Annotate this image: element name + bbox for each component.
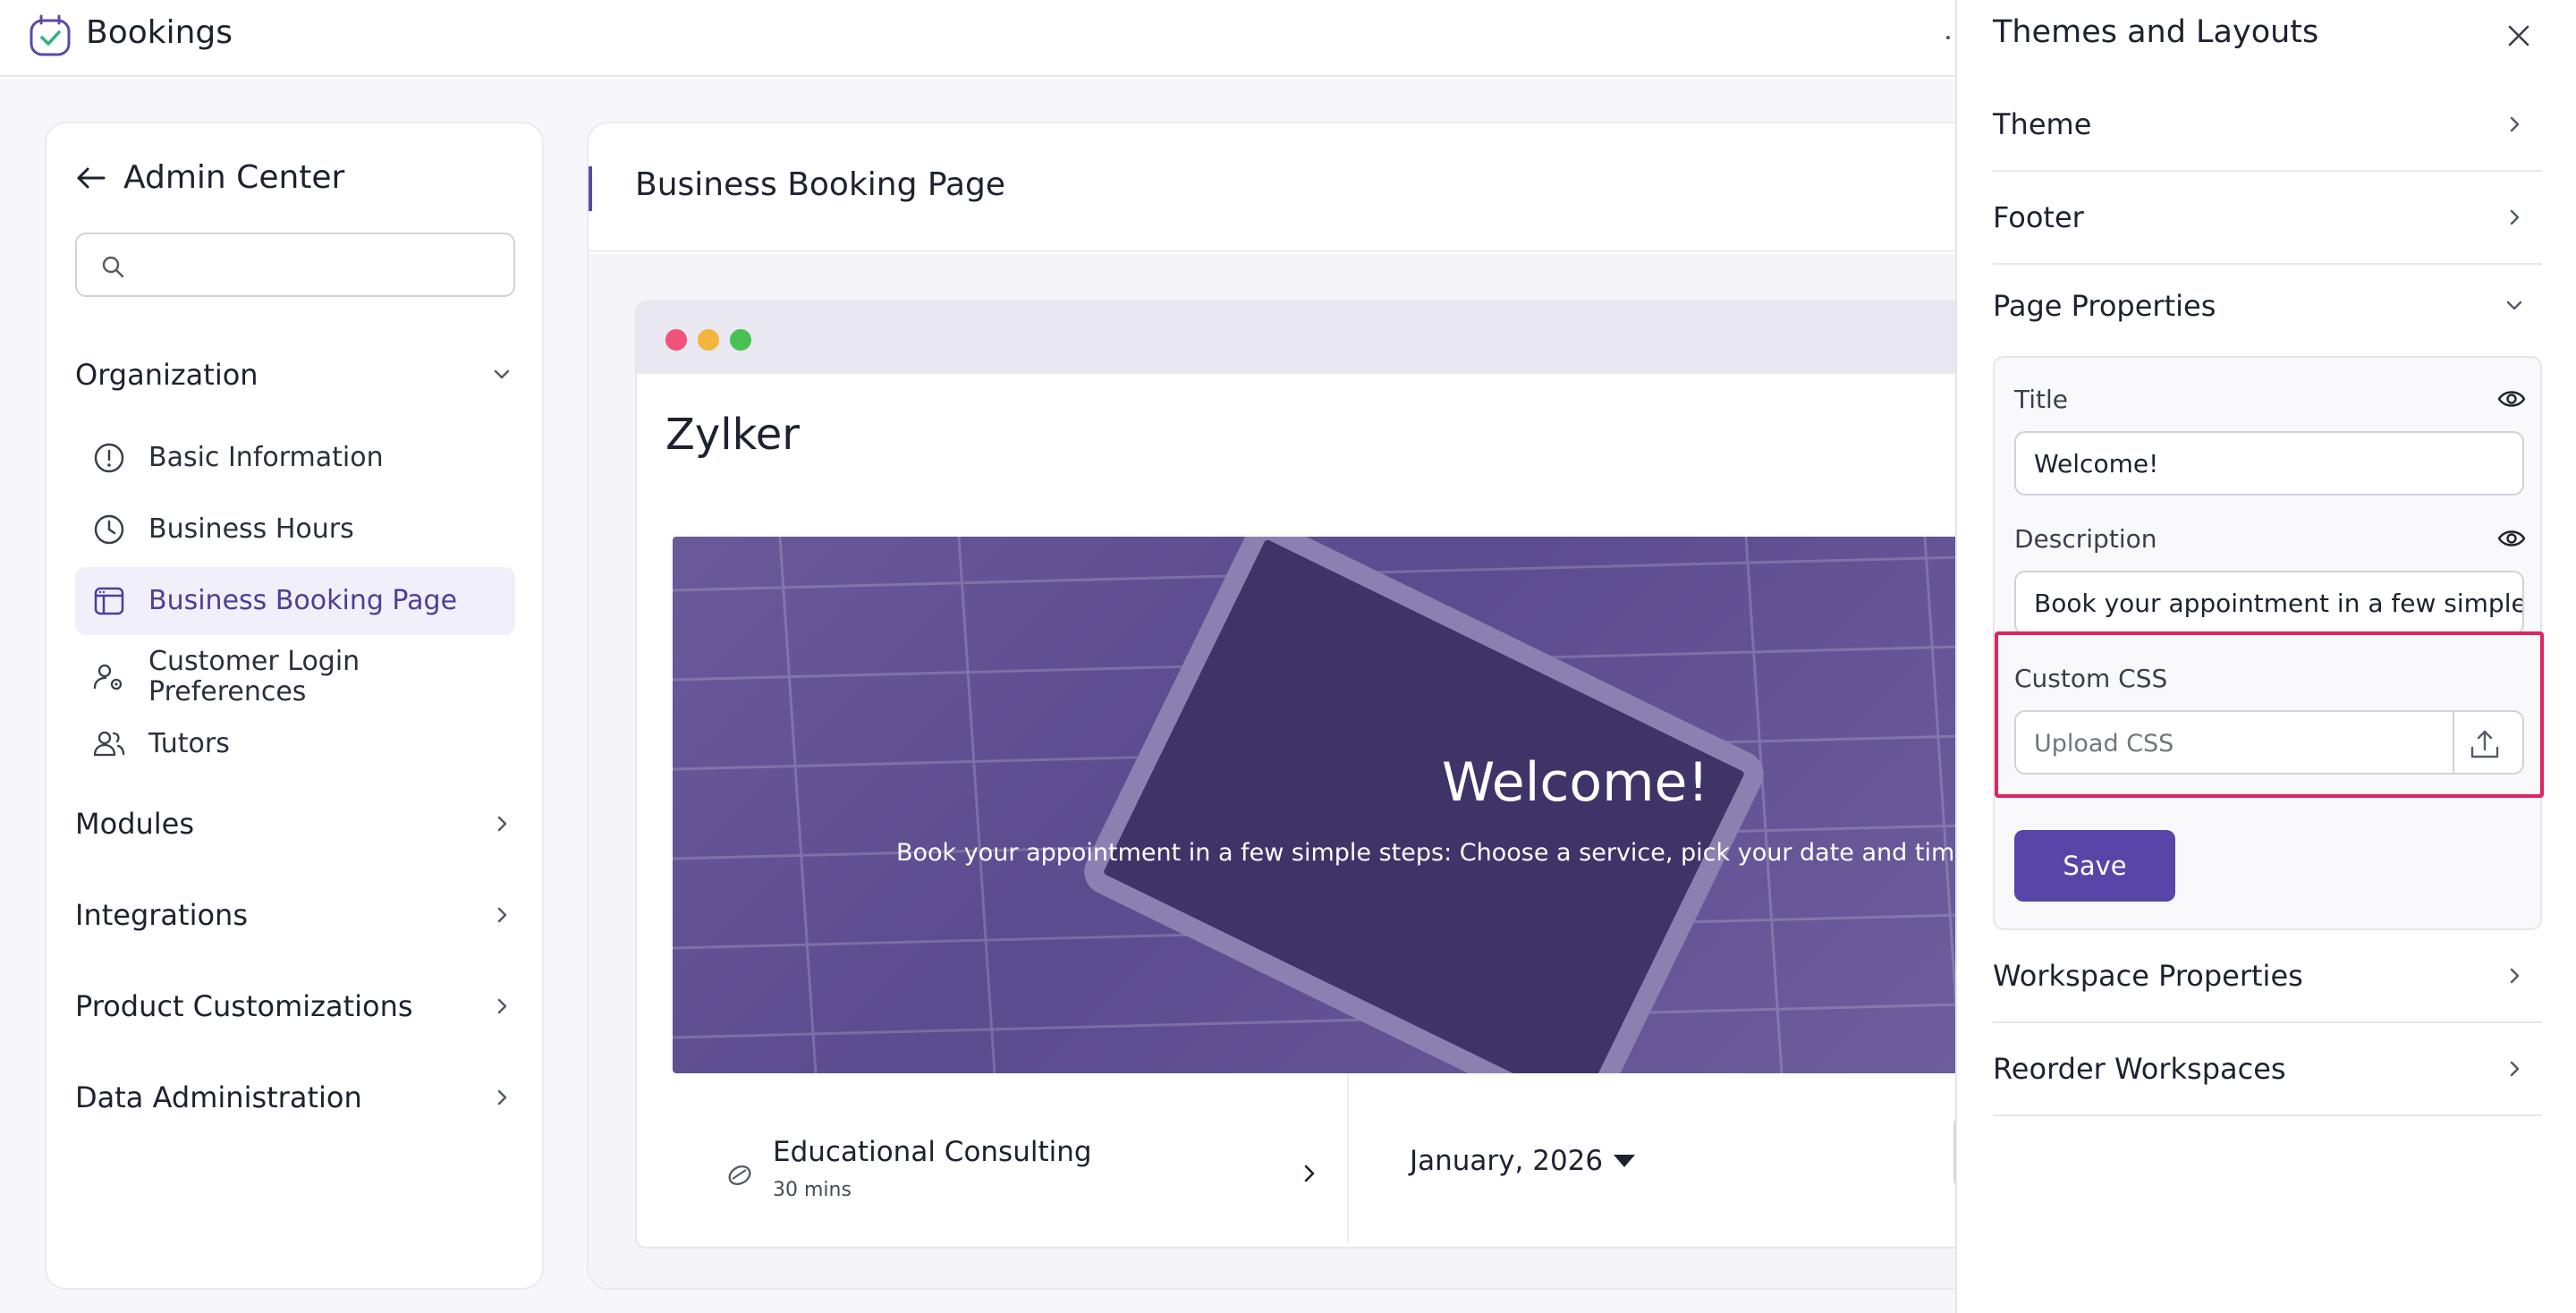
upload-icon[interactable] (2467, 726, 2503, 762)
service-duration: 30 mins (773, 1179, 852, 1201)
eye-icon[interactable] (2497, 524, 2526, 553)
hero-title: Welcome! (1442, 751, 1709, 814)
sidebar-item-customer-login-preferences[interactable]: Customer Login Preferences (75, 639, 515, 716)
chevron-right-icon (1304, 1165, 1315, 1182)
admin-sidebar: Admin Center Organization Basic Informat… (45, 122, 544, 1290)
sidebar-item-business-hours[interactable]: Business Hours (75, 496, 515, 563)
search-input[interactable] (140, 243, 497, 288)
section-label: Integrations (75, 898, 248, 932)
info-circle-icon (94, 443, 124, 473)
accordion-label: Reorder Workspaces (1993, 1052, 2286, 1086)
chevron-right-icon (2510, 968, 2520, 984)
month-label: January, 2026 (1410, 1145, 1604, 1177)
accordion-label: Page Properties (1993, 289, 2216, 323)
chevron-right-icon (497, 1089, 507, 1105)
sidebar-item-label: Customer Login Preferences (148, 646, 360, 707)
chevron-down-icon (2506, 301, 2522, 310)
save-button[interactable]: Save (2014, 830, 2175, 902)
section-label: Product Customizations (75, 989, 413, 1023)
booking-page-icon (94, 587, 124, 615)
service-item[interactable]: Educational Consulting 30 mins (673, 1073, 1349, 1243)
page-properties-form: Title Welcome! Description Book your app… (1993, 356, 2544, 930)
month-selector[interactable]: January, 2026 (1410, 1145, 1636, 1177)
sidebar-item-label: Tutors (148, 728, 230, 759)
page-title: Business Booking Page (635, 166, 1006, 203)
admin-center-title: Admin Center (123, 159, 345, 196)
browser-maximize-dot (730, 329, 751, 351)
header-accent-bar (589, 166, 592, 211)
eye-icon[interactable] (2497, 385, 2526, 413)
title-label: Title (2014, 385, 2069, 414)
upload-separator (2453, 712, 2454, 773)
custom-css-label: Custom CSS (2014, 664, 2168, 693)
accordion-workspace-properties[interactable]: Workspace Properties (1993, 930, 2542, 1023)
accordion-page-properties[interactable]: Page Properties (1993, 265, 2542, 347)
main-body: Zylker Welcome! Book your appointment in… (589, 254, 1980, 1288)
accordion-label: Theme (1993, 107, 2092, 141)
section-modules[interactable]: Modules (75, 807, 513, 841)
sidebar-search[interactable] (75, 233, 515, 297)
chevron-right-icon (2510, 1061, 2520, 1077)
panel-title: Themes and Layouts (1993, 14, 2319, 50)
main-header: Business Booking Page (589, 123, 1980, 252)
user-settings-icon (93, 664, 123, 690)
browser-minimize-dot (698, 329, 719, 351)
search-icon (102, 256, 124, 278)
sidebar-item-tutors[interactable]: Tutors (75, 710, 515, 778)
section-integrations[interactable]: Integrations (75, 898, 513, 932)
chevron-right-icon (497, 907, 507, 923)
chevron-right-icon (497, 816, 507, 832)
back-to-admin-center[interactable]: Admin Center (75, 159, 344, 196)
app-title: Bookings (86, 14, 233, 51)
top-app-bar: Bookings (0, 0, 1955, 77)
main-content-card: Business Booking Page Zylker Welcome! Bo… (587, 122, 1982, 1290)
description-label: Description (2014, 524, 2157, 554)
users-icon (93, 731, 125, 757)
accordion-reorder-workspaces[interactable]: Reorder Workspaces (1993, 1023, 2542, 1116)
sidebar-item-label: Basic Information (148, 442, 384, 473)
section-organization[interactable]: Organization (75, 358, 513, 392)
sidebar-item-business-booking-page[interactable]: Business Booking Page (75, 567, 515, 635)
booking-page-preview: Zylker Welcome! Book your appointment in… (635, 301, 1980, 1249)
sidebar-item-label: Business Hours (148, 513, 354, 545)
title-input[interactable]: Welcome! (2014, 431, 2524, 496)
upload-css-field[interactable]: Upload CSS (2014, 710, 2524, 775)
accordion-theme[interactable]: Theme (1993, 79, 2542, 172)
themes-layouts-panel: Themes and Layouts Theme Footer Page Pro… (1955, 0, 2576, 1313)
service-name: Educational Consulting (773, 1136, 1092, 1168)
preview-browser-bar (637, 302, 1980, 374)
sidebar-item-label: Business Booking Page (148, 585, 458, 616)
hero-banner: Welcome! Book your appointment in a few … (673, 537, 1980, 1073)
description-input[interactable]: Book your appointment in a few simple... (2014, 571, 2524, 635)
bookings-logo-icon (30, 14, 71, 56)
accordion-label: Footer (1993, 200, 2084, 234)
topbar-separator (1946, 36, 1950, 39)
section-data-administration[interactable]: Data Administration (75, 1080, 513, 1114)
chevron-down-icon (494, 369, 510, 379)
section-organization-label: Organization (75, 358, 258, 392)
caret-down-icon (1614, 1155, 1636, 1167)
preview-brand-name: Zylker (665, 410, 800, 460)
section-label: Data Administration (75, 1080, 362, 1114)
close-icon[interactable] (2503, 20, 2535, 52)
section-label: Modules (75, 807, 195, 841)
hero-description: Book your appointment in a few simple st… (896, 839, 1980, 867)
upload-css-placeholder: Upload CSS (2034, 730, 2174, 758)
accordion-footer[interactable]: Footer (1993, 172, 2542, 265)
chevron-right-icon (497, 998, 507, 1014)
accordion-label: Workspace Properties (1993, 959, 2303, 993)
clock-icon (94, 514, 124, 545)
back-arrow-icon (77, 167, 106, 188)
browser-close-dot (665, 329, 687, 351)
chevron-right-icon (2510, 116, 2520, 132)
chevron-right-icon (2510, 209, 2520, 225)
sidebar-item-basic-information[interactable]: Basic Information (75, 424, 515, 492)
section-product-customizations[interactable]: Product Customizations (75, 989, 513, 1023)
service-icon (728, 1165, 751, 1185)
